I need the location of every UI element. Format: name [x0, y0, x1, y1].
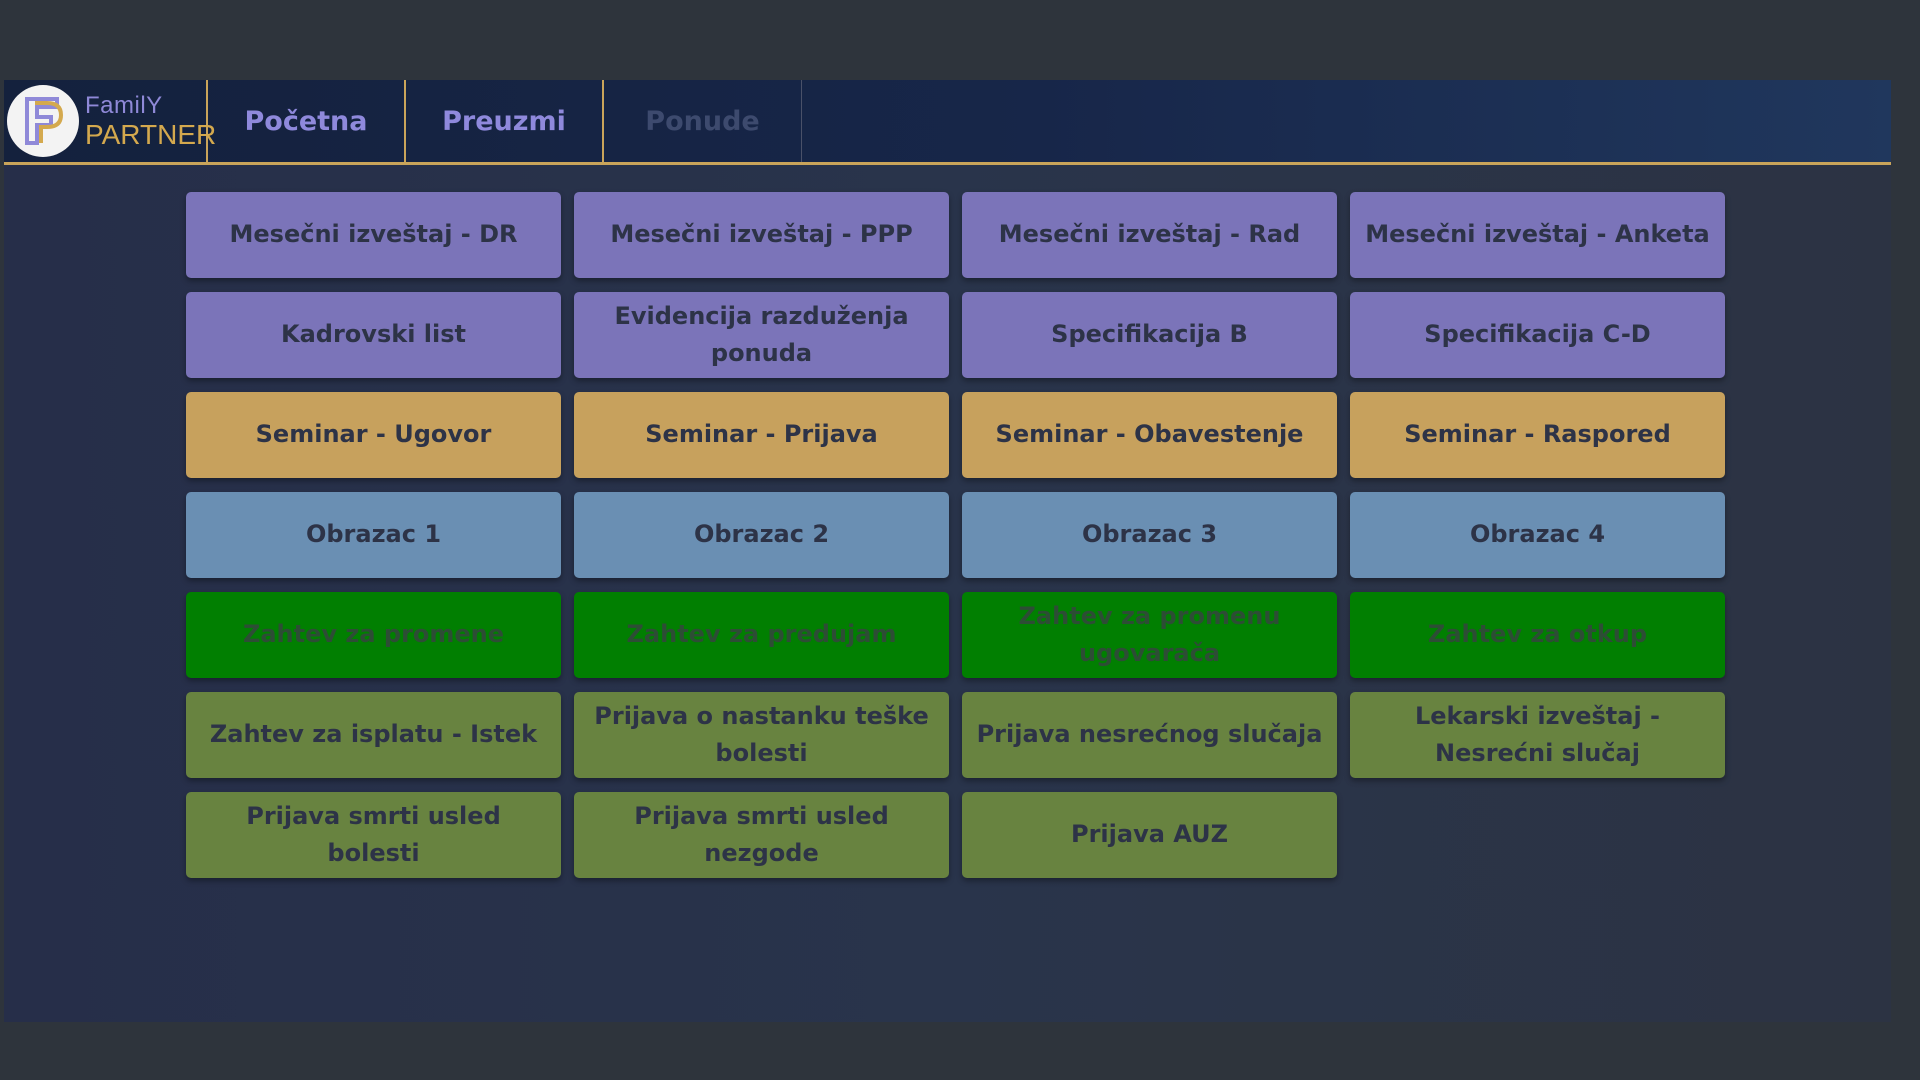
- app-frame: FamilY PARTNER Početna Preuzmi Ponude Me…: [4, 80, 1891, 1022]
- tile-zahtev-za-predujam[interactable]: Zahtev za predujam: [574, 592, 949, 678]
- tile-zahtev-za-isplatu-istek[interactable]: Zahtev za isplatu - Istek: [186, 692, 561, 778]
- tile-zahtev-za-otkup[interactable]: Zahtev za otkup: [1350, 592, 1725, 678]
- nav-tab-pocetna[interactable]: Početna: [208, 80, 406, 162]
- tile-mesecni-izvestaj-dr[interactable]: Mesečni izveštaj - DR: [186, 192, 561, 278]
- tile-seminar-ugovor[interactable]: Seminar - Ugovor: [186, 392, 561, 478]
- tile-obrazac-1[interactable]: Obrazac 1: [186, 492, 561, 578]
- tile-prijava-smrti-usled-bolesti[interactable]: Prijava smrti usled bolesti: [186, 792, 561, 878]
- tile-evidencija-razduzenja-ponuda[interactable]: Evidencija razduženja ponuda: [574, 292, 949, 378]
- tile-kadrovski-list[interactable]: Kadrovski list: [186, 292, 561, 378]
- logo-emblem-icon: [7, 85, 79, 157]
- tile-obrazac-4[interactable]: Obrazac 4: [1350, 492, 1725, 578]
- tile-lekarski-izvestaj-nesrecni-slucaj[interactable]: Lekarski izveštaj - Nesrećni slučaj: [1350, 692, 1725, 778]
- tile-mesecni-izvestaj-ppp[interactable]: Mesečni izveštaj - PPP: [574, 192, 949, 278]
- logo-text-family: FamilY: [85, 91, 163, 119]
- tile-seminar-raspored[interactable]: Seminar - Raspored: [1350, 392, 1725, 478]
- tile-mesecni-izvestaj-rad[interactable]: Mesečni izveštaj - Rad: [962, 192, 1337, 278]
- tile-specifikacija-b[interactable]: Specifikacija B: [962, 292, 1337, 378]
- tile-specifikacija-c-d[interactable]: Specifikacija C-D: [1350, 292, 1725, 378]
- tile-seminar-obavestenje[interactable]: Seminar - Obavestenje: [962, 392, 1337, 478]
- logo-text: FamilY PARTNER: [85, 93, 216, 150]
- tile-prijava-smrti-usled-nezgode[interactable]: Prijava smrti usled nezgode: [574, 792, 949, 878]
- tile-zahtev-za-promene[interactable]: Zahtev za promene: [186, 592, 561, 678]
- top-navbar: FamilY PARTNER Početna Preuzmi Ponude: [4, 80, 1891, 165]
- family-partner-logo[interactable]: FamilY PARTNER: [4, 80, 216, 162]
- tile-obrazac-2[interactable]: Obrazac 2: [574, 492, 949, 578]
- logo-text-partner: PARTNER: [85, 118, 217, 150]
- tile-prijava-auz[interactable]: Prijava AUZ: [962, 792, 1337, 878]
- tile-obrazac-3[interactable]: Obrazac 3: [962, 492, 1337, 578]
- document-tile-grid: Mesečni izveštaj - DR Mesečni izveštaj -…: [186, 192, 1725, 878]
- nav-tab-ponude: Ponude: [604, 80, 802, 162]
- tile-prijava-nesrecnog-slucaja[interactable]: Prijava nesrećnog slučaja: [962, 692, 1337, 778]
- tile-zahtev-za-promenu-ugovaraca[interactable]: Zahtev za promenu ugovarača: [962, 592, 1337, 678]
- nav-tab-preuzmi[interactable]: Preuzmi: [406, 80, 604, 162]
- tile-prijava-teske-bolesti[interactable]: Prijava o nastanku teške bolesti: [574, 692, 949, 778]
- tile-mesecni-izvestaj-anketa[interactable]: Mesečni izveštaj - Anketa: [1350, 192, 1725, 278]
- tile-seminar-prijava[interactable]: Seminar - Prijava: [574, 392, 949, 478]
